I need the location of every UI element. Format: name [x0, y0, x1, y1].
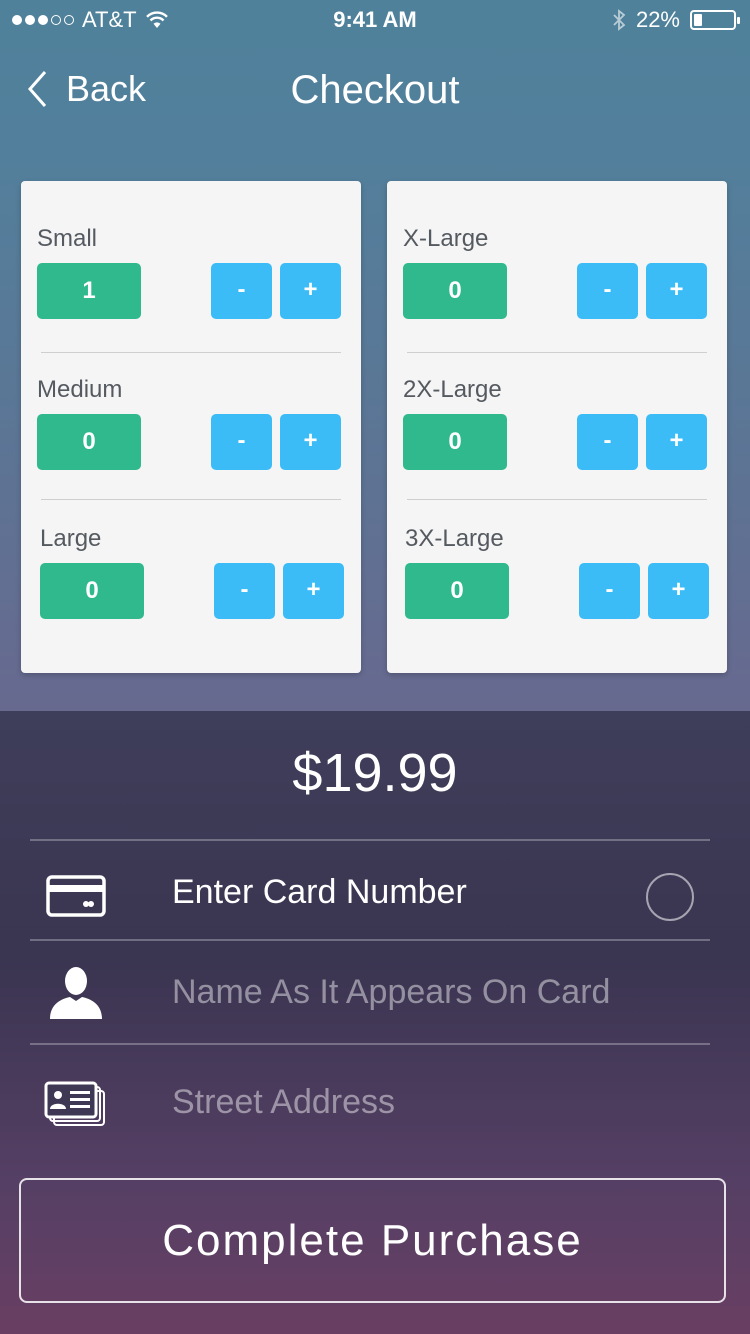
size-label: Medium [37, 376, 123, 403]
card-number-field[interactable]: Enter Card Number [30, 845, 710, 945]
bluetooth-icon [613, 9, 626, 31]
decrement-button[interactable]: - [214, 563, 275, 619]
chevron-left-icon [27, 71, 47, 107]
divider [30, 839, 710, 841]
increment-button[interactable]: + [646, 263, 707, 319]
decrement-button[interactable]: - [211, 263, 272, 319]
size-label: 3X-Large [405, 525, 504, 552]
cardholder-name-placeholder: Name As It Appears On Card [172, 973, 611, 1011]
decrement-button[interactable]: - [577, 263, 638, 319]
total-price: $19.99 [292, 743, 458, 803]
divider [30, 939, 710, 941]
increment-button[interactable]: + [648, 563, 709, 619]
person-icon [50, 967, 102, 1019]
battery-fill [694, 14, 702, 26]
quantity-display: 0 [403, 263, 507, 319]
card-select-radio[interactable] [646, 873, 694, 921]
divider [407, 499, 707, 500]
size-card-right: X-Large 0 - + 2X-Large 0 - + 3X-Large 0 … [387, 181, 727, 673]
increment-button[interactable]: + [283, 563, 344, 619]
size-label: Large [40, 525, 102, 552]
street-address-placeholder: Street Address [172, 1083, 396, 1121]
street-address-field[interactable]: Street Address [30, 1055, 710, 1155]
size-label: 2X-Large [403, 376, 502, 403]
decrement-button[interactable]: - [579, 563, 640, 619]
size-label: Small [37, 225, 98, 252]
complete-purchase-button[interactable]: Complete Purchase [19, 1178, 726, 1303]
back-label: Back [66, 68, 147, 109]
status-right: 22% [612, 7, 740, 33]
card-number-placeholder: Enter Card Number [172, 873, 467, 911]
size-label: X-Large [403, 225, 489, 252]
size-row-large: Large 0 - + [21, 525, 361, 675]
cardholder-name-field[interactable]: Name As It Appears On Card [30, 945, 710, 1045]
battery-percent: 22% [635, 7, 680, 32]
divider [41, 352, 341, 353]
size-card-left: Small 1 - + Medium 0 - + Large 0 - + [21, 181, 361, 673]
divider [407, 352, 707, 353]
decrement-button[interactable]: - [577, 414, 638, 470]
battery-icon [690, 10, 740, 30]
quantity-display: 0 [37, 414, 141, 470]
divider [30, 1043, 710, 1045]
back-button[interactable]: Back [26, 68, 146, 110]
size-row-3x-large: 3X-Large 0 - + [387, 525, 727, 675]
increment-button[interactable]: + [280, 263, 341, 319]
status-bar: AT&T 9:41 AM 22% [0, 0, 750, 40]
size-row-2x-large: 2X-Large 0 - + [387, 376, 727, 526]
increment-button[interactable]: + [280, 414, 341, 470]
divider [41, 499, 341, 500]
credit-card-icon [46, 875, 106, 917]
address-card-icon [44, 1081, 105, 1126]
quantity-display: 1 [37, 263, 141, 319]
increment-button[interactable]: + [646, 414, 707, 470]
quantity-display: 0 [403, 414, 507, 470]
size-row-medium: Medium 0 - + [21, 376, 361, 526]
quantity-display: 0 [405, 563, 509, 619]
quantity-display: 0 [40, 563, 144, 619]
decrement-button[interactable]: - [211, 414, 272, 470]
